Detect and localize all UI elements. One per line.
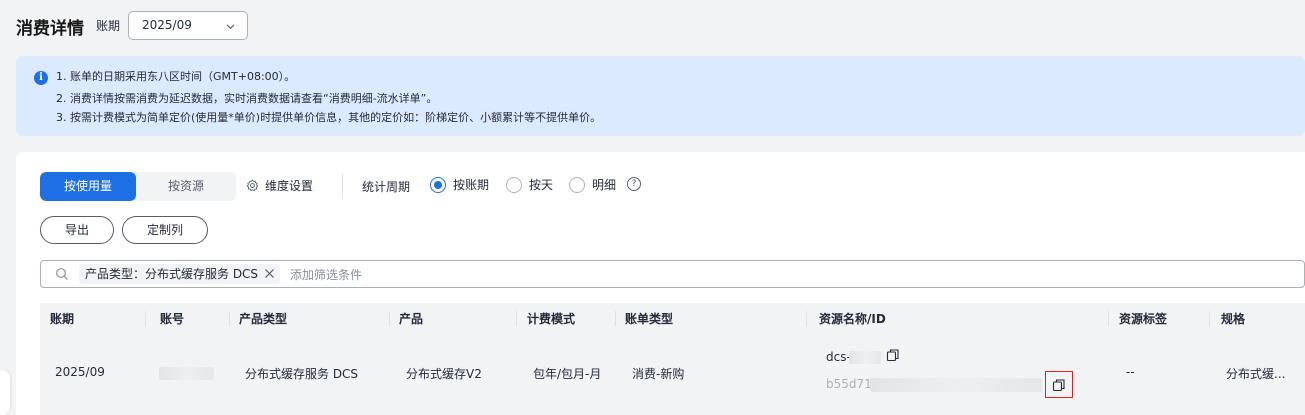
radio-by-period[interactable]: 按账期 (430, 176, 489, 193)
cell-product: 分布式缓存V2 (406, 367, 482, 381)
cell-resource-name[interactable]: dcs- (826, 350, 851, 364)
col-divider (145, 311, 146, 326)
period-select[interactable]: 2025/09 (128, 11, 248, 40)
filter-chip-label: 产品类型：分布式缓存服务 DCS (85, 267, 259, 281)
notice-line-1: 1. 账单的日期采用东八区时间（GMT+08:00）。 (56, 70, 296, 83)
col-divider (1108, 311, 1109, 326)
radio-unchecked-icon (569, 177, 585, 193)
close-icon[interactable] (264, 268, 275, 279)
main-panel: 按使用量 按资源 维度设置 统计周期 按账期 按天 明细 ? 导出 定制列 产品… (16, 152, 1305, 415)
radio-checked-icon (430, 177, 446, 193)
filter-bar[interactable]: 产品类型：分布式缓存服务 DCS 添加筛选条件 (40, 260, 1305, 288)
stat-period-label: 统计周期 (362, 180, 411, 194)
cell-spec: 分布式缓... (1226, 367, 1286, 381)
table-row[interactable]: 2025/09 分布式缓存服务 DCS 分布式缓存V2 包年/包月-月 消费-新… (40, 333, 1305, 415)
col-billing-mode: 计费模式 (527, 312, 576, 326)
toolbar-divider (342, 174, 343, 198)
add-filter-placeholder: 添加筛选条件 (290, 268, 363, 282)
resource-name-redacted (849, 351, 881, 364)
copy-icon[interactable] (1052, 378, 1066, 392)
resource-id-redacted (870, 378, 1042, 392)
view-segmented-control: 按使用量 按资源 (40, 172, 236, 201)
tab-by-usage[interactable]: 按使用量 (40, 172, 136, 201)
col-period: 账期 (50, 312, 75, 326)
table-header: 账期 账号 产品类型 产品 计费模式 账单类型 资源名称/ID 资源标签 规格 (40, 303, 1305, 333)
radio-unchecked-icon (506, 177, 522, 193)
account-redacted (159, 367, 214, 380)
radio-by-period-label: 按账期 (453, 178, 490, 192)
chevron-down-icon (226, 24, 235, 30)
custom-columns-button[interactable]: 定制列 (122, 216, 208, 244)
notice-line-2: 2. 消费详情按需消费为延迟数据，实时消费数据请查看“消费明细-流水详单”。 (56, 92, 438, 105)
page-title: 消费详情 (16, 19, 84, 39)
radio-detail[interactable]: 明细 (569, 176, 616, 193)
notice-banner: i 1. 账单的日期采用东八区时间（GMT+08:00）。 2. 消费详情按需消… (16, 56, 1305, 136)
radio-by-day[interactable]: 按天 (506, 176, 553, 193)
cell-product-type: 分布式缓存服务 DCS (245, 367, 359, 381)
col-spec: 规格 (1221, 312, 1246, 326)
cell-period: 2025/09 (55, 365, 105, 379)
cell-resource-tags: -- (1126, 365, 1135, 379)
period-select-value: 2025/09 (142, 18, 192, 32)
col-product-type: 产品类型 (239, 312, 288, 326)
col-bill-type: 账单类型 (625, 312, 674, 326)
search-icon (56, 268, 68, 280)
radio-detail-label: 明细 (592, 178, 617, 192)
col-resource-tags: 资源标签 (1119, 312, 1168, 326)
cell-billing-mode: 包年/包月-月 (533, 367, 602, 381)
help-icon[interactable]: ? (627, 177, 641, 191)
col-product: 产品 (399, 312, 424, 326)
col-divider (806, 311, 807, 326)
copy-icon[interactable] (886, 348, 900, 362)
col-divider (516, 311, 517, 326)
export-button[interactable]: 导出 (40, 216, 114, 244)
col-divider (229, 311, 230, 326)
filter-chip: 产品类型：分布式缓存服务 DCS (79, 264, 281, 284)
radio-by-day-label: 按天 (529, 178, 554, 192)
cell-bill-type: 消费-新购 (632, 367, 685, 381)
col-divider (615, 311, 616, 326)
col-account: 账号 (160, 312, 185, 326)
col-divider (1209, 311, 1210, 326)
side-drawer-handle[interactable] (0, 370, 10, 415)
dimension-settings-button[interactable]: 维度设置 (246, 177, 313, 194)
col-divider (389, 311, 390, 326)
info-icon: i (34, 71, 48, 85)
gear-icon (246, 179, 259, 192)
tab-by-resource[interactable]: 按资源 (136, 172, 236, 201)
dimension-settings-label: 维度设置 (265, 179, 314, 193)
notice-line-3: 3. 按需计费模式为简单定价(使用量*单价)时提供单价信息，其他的定价如：阶梯定… (56, 111, 602, 124)
period-label: 账期 (96, 19, 121, 33)
col-resource-name: 资源名称/ID (819, 312, 886, 326)
